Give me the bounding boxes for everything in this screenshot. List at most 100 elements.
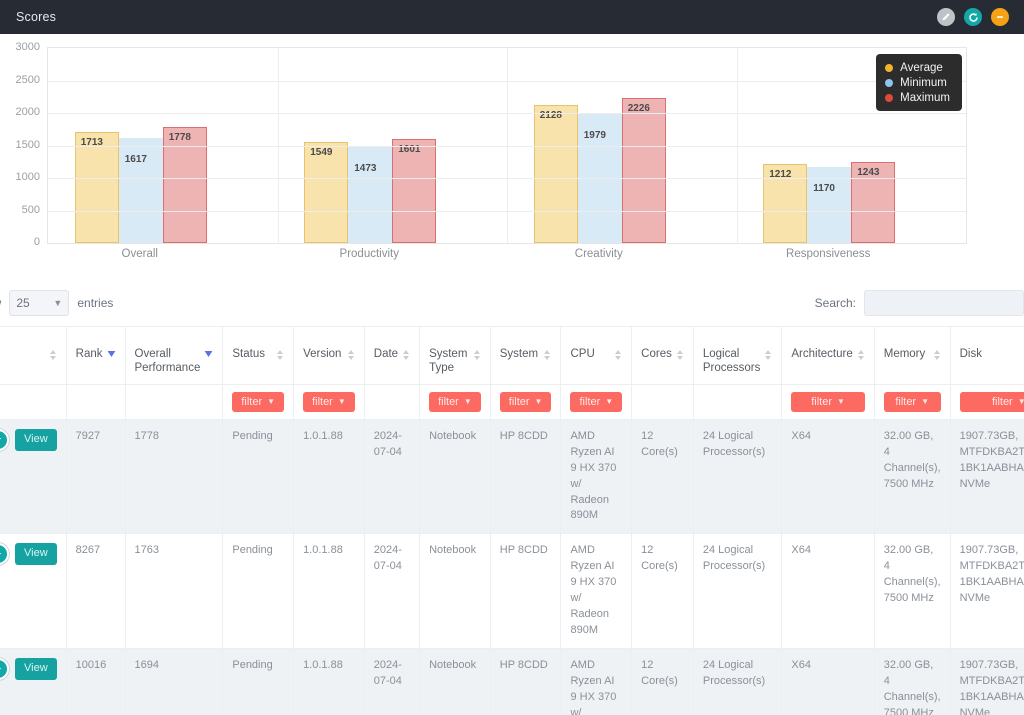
column-header-label: Memory <box>884 335 926 361</box>
show-label: ow <box>0 296 1 310</box>
filter-button[interactable]: filter▼ <box>429 392 481 412</box>
edit-icon[interactable] <box>937 8 955 26</box>
filter-button[interactable]: filter▼ <box>303 392 355 412</box>
column-header-actions[interactable] <box>0 327 66 385</box>
column-header-memory[interactable]: Memory <box>874 327 950 385</box>
minimize-icon[interactable] <box>991 8 1009 26</box>
column-header-status[interactable]: Status <box>223 327 294 385</box>
column-header-rank[interactable]: Rank <box>66 327 125 385</box>
sort-both-icon[interactable] <box>933 349 941 361</box>
row-actions-cell[interactable]: View <box>0 649 66 715</box>
chart-category-divider <box>507 48 508 243</box>
column-sort-control[interactable] <box>204 335 213 361</box>
column-sort-control[interactable] <box>473 335 481 364</box>
column-sort-control[interactable] <box>402 335 410 364</box>
filter-cell[interactable]: filter▼ <box>420 384 491 419</box>
column-sort-control[interactable] <box>347 335 355 364</box>
column-header-cores[interactable]: Cores <box>632 327 694 385</box>
row-actions-cell[interactable]: View <box>0 534 66 649</box>
cell-memory: 32.00 GB, 4 Channel(s), 7500 MHz <box>874 534 950 649</box>
sort-desc-icon[interactable] <box>204 349 213 358</box>
chart-bar[interactable] <box>348 147 392 243</box>
sort-both-icon[interactable] <box>543 349 551 361</box>
results-table-container[interactable]: RankOverall PerformanceStatusVersion Date… <box>0 326 1024 715</box>
filter-cell[interactable]: filter▼ <box>561 384 632 419</box>
column-sort-control[interactable] <box>676 335 684 364</box>
sort-both-icon[interactable] <box>676 349 684 361</box>
legend-label: Average <box>900 62 943 74</box>
column-sort-control[interactable] <box>276 335 284 364</box>
chart-bar[interactable] <box>622 98 666 243</box>
table-row[interactable]: View100161694Pending1.0.1.882024-07-04No… <box>0 649 1024 715</box>
cell-system: HP 8CDD <box>490 649 561 715</box>
sort-both-icon[interactable] <box>276 349 284 361</box>
column-sort-control[interactable] <box>107 335 116 361</box>
column-header-system[interactable]: System <box>490 327 561 385</box>
filter-button[interactable]: filter▼ <box>884 392 941 412</box>
column-sort-control[interactable] <box>49 335 57 364</box>
column-header-label: Logical Processors <box>703 335 761 376</box>
column-sort-control[interactable] <box>543 335 551 364</box>
legend-item[interactable]: Maximum <box>885 90 950 105</box>
view-button[interactable]: View <box>15 429 57 451</box>
filter-button[interactable]: filter▼ <box>960 392 1024 412</box>
filter-button[interactable]: filter▼ <box>232 392 284 412</box>
filter-cell[interactable]: filter▼ <box>223 384 294 419</box>
view-button[interactable]: View <box>15 658 57 680</box>
column-header-disk[interactable]: Disk <box>950 327 1024 385</box>
chart-bar[interactable] <box>75 132 119 243</box>
refresh-icon[interactable] <box>964 8 982 26</box>
column-sort-control[interactable] <box>857 335 865 364</box>
column-sort-control[interactable] <box>933 335 941 364</box>
column-header-label: Date <box>374 335 398 361</box>
filter-button[interactable]: filter▼ <box>791 392 864 412</box>
cell-status: Pending <box>223 534 294 649</box>
sort-both-icon[interactable] <box>49 349 57 361</box>
sort-both-icon[interactable] <box>764 349 772 361</box>
table-row[interactable]: View79271778Pending1.0.1.882024-07-04Not… <box>0 419 1024 534</box>
chart-bar[interactable] <box>534 105 578 243</box>
filter-cell[interactable]: filter▼ <box>782 384 874 419</box>
cell-system: HP 8CDD <box>490 419 561 534</box>
sort-both-icon[interactable] <box>473 349 481 361</box>
cell-date: 2024-07-04 <box>364 534 419 649</box>
filter-button[interactable]: filter▼ <box>500 392 552 412</box>
chevron-down-icon: ▼ <box>921 398 929 406</box>
search-input[interactable] <box>864 290 1024 316</box>
legend-item[interactable]: Minimum <box>885 75 950 90</box>
filter-cell[interactable]: filter▼ <box>950 384 1024 419</box>
filter-cell <box>125 384 223 419</box>
view-button[interactable]: View <box>15 543 57 565</box>
sort-desc-icon[interactable] <box>107 349 116 358</box>
sort-both-icon[interactable] <box>347 349 355 361</box>
y-axis-tick: 3000 <box>0 41 40 53</box>
table-body: View79271778Pending1.0.1.882024-07-04Not… <box>0 419 1024 715</box>
column-sort-control[interactable] <box>764 335 772 364</box>
filter-button[interactable]: filter▼ <box>570 392 622 412</box>
caret-circle-icon[interactable] <box>0 429 9 451</box>
cell-performance: 1763 <box>125 534 223 649</box>
chart-bar-value-label: 1473 <box>354 163 376 174</box>
column-header-cpu[interactable]: CPU <box>561 327 632 385</box>
legend-color-swatch <box>885 79 893 87</box>
column-sort-control[interactable] <box>614 335 622 364</box>
column-header-version[interactable]: Version <box>294 327 365 385</box>
sort-both-icon[interactable] <box>402 349 410 361</box>
caret-circle-icon[interactable] <box>0 543 9 565</box>
sort-both-icon[interactable] <box>614 349 622 361</box>
filter-cell[interactable]: filter▼ <box>490 384 561 419</box>
cell-logical-processors: 24 Logical Processor(s) <box>693 419 782 534</box>
sort-both-icon[interactable] <box>857 349 865 361</box>
column-header-system-type[interactable]: System Type <box>420 327 491 385</box>
legend-item[interactable]: Average <box>885 60 950 75</box>
caret-circle-icon[interactable] <box>0 658 9 680</box>
column-header-logical-processors[interactable]: Logical Processors <box>693 327 782 385</box>
column-header-architecture[interactable]: Architecture <box>782 327 874 385</box>
page-length-select[interactable]: 25 ▼ <box>9 290 69 316</box>
column-header-date[interactable]: Date <box>364 327 419 385</box>
filter-cell[interactable]: filter▼ <box>294 384 365 419</box>
column-header-overall-performance[interactable]: Overall Performance <box>125 327 223 385</box>
row-actions-cell[interactable]: View <box>0 419 66 534</box>
filter-cell[interactable]: filter▼ <box>874 384 950 419</box>
table-row[interactable]: View82671763Pending1.0.1.882024-07-04Not… <box>0 534 1024 649</box>
